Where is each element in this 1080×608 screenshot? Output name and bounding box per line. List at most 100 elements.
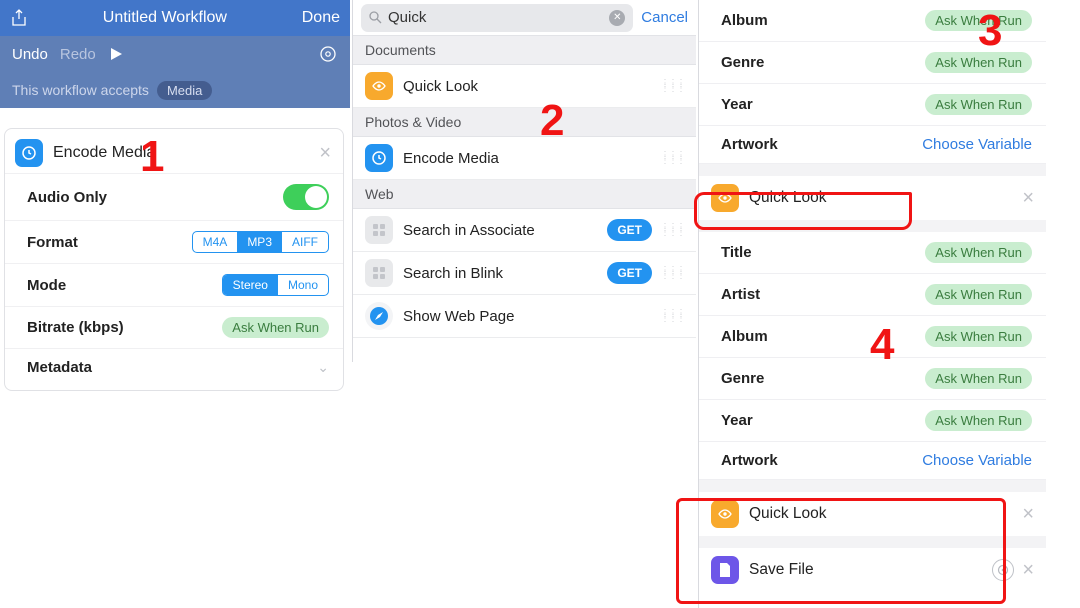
row-year2[interactable]: Year Ask When Run	[699, 400, 1046, 442]
clear-icon[interactable]: ✕	[609, 10, 625, 26]
row-album2[interactable]: Album Ask When Run	[699, 316, 1046, 358]
close-icon[interactable]: ×	[1022, 503, 1034, 526]
format-segmented[interactable]: M4A MP3 AIFF	[192, 231, 329, 253]
seg-mono[interactable]: Mono	[278, 275, 328, 295]
row-mode: Mode Stereo Mono	[5, 263, 343, 306]
artist-value[interactable]: Ask When Run	[925, 284, 1032, 305]
result-search-blink[interactable]: Search in Blink GET ⋮⋮⋮⋮⋮⋮	[353, 252, 696, 295]
genre-label: Genre	[721, 370, 925, 387]
result-label: Encode Media	[403, 150, 660, 167]
genre-label: Genre	[721, 54, 925, 71]
year-label: Year	[721, 96, 925, 113]
grip-icon: ⋮⋮⋮⋮⋮⋮	[660, 81, 684, 91]
title-label: Title	[721, 244, 925, 261]
encode-media-header: Encode Media ×	[5, 129, 343, 173]
row-audio-only: Audio Only	[5, 173, 343, 220]
cancel-button[interactable]: Cancel	[641, 9, 688, 26]
genre-value[interactable]: Ask When Run	[925, 368, 1032, 389]
year-value[interactable]: Ask When Run	[925, 410, 1032, 431]
gear-icon[interactable]	[992, 559, 1014, 581]
seg-stereo[interactable]: Stereo	[223, 275, 278, 295]
album-value[interactable]: Ask When Run	[925, 10, 1032, 31]
row-genre2[interactable]: Genre Ask When Run	[699, 358, 1046, 400]
save-file-title: Save File	[749, 561, 992, 579]
redo-button: Redo	[60, 46, 96, 63]
panel-search: Quick ✕ Cancel Documents Quick Look ⋮⋮⋮⋮…	[352, 0, 696, 362]
choose-variable-button[interactable]: Choose Variable	[922, 136, 1032, 153]
quick-look-title: Quick Look	[749, 189, 1022, 207]
section-documents: Documents	[353, 36, 696, 65]
result-label: Search in Blink	[403, 265, 607, 282]
choose-variable-button[interactable]: Choose Variable	[922, 452, 1032, 469]
artwork-label: Artwork	[721, 452, 922, 469]
gap	[699, 536, 1046, 548]
row-album[interactable]: Album Ask When Run	[699, 0, 1046, 42]
grip-icon: ⋮⋮⋮⋮⋮⋮	[660, 311, 684, 321]
artwork-label: Artwork	[721, 136, 922, 153]
done-button[interactable]: Done	[302, 9, 340, 27]
quick-look-title: Quick Look	[749, 505, 1022, 523]
row-artwork[interactable]: Artwork Choose Variable	[699, 126, 1046, 164]
row-title[interactable]: Title Ask When Run	[699, 232, 1046, 274]
workflow-title: Untitled Workflow	[28, 9, 302, 27]
audio-only-switch[interactable]	[283, 184, 329, 210]
gap	[699, 480, 1046, 492]
quick-look-icon	[365, 72, 393, 100]
close-icon[interactable]: ×	[319, 142, 331, 165]
encode-media-card: Encode Media × Audio Only Format M4A MP3…	[4, 128, 344, 391]
row-artwork2[interactable]: Artwork Choose Variable	[699, 442, 1046, 480]
save-file-action: Save File ×	[699, 548, 1046, 592]
bitrate-label: Bitrate (kbps)	[27, 319, 222, 336]
encode-media-icon	[15, 139, 43, 167]
result-show-web-page[interactable]: Show Web Page ⋮⋮⋮⋮⋮⋮	[353, 295, 696, 338]
safari-icon	[365, 302, 393, 330]
result-encode-media[interactable]: Encode Media ⋮⋮⋮⋮⋮⋮	[353, 137, 696, 180]
panel-workflow: Untitled Workflow Done Undo Redo This wo…	[0, 0, 350, 380]
grip-icon: ⋮⋮⋮⋮⋮⋮	[660, 268, 684, 278]
accepts-tag[interactable]: Media	[157, 81, 212, 100]
grid-icon	[365, 259, 393, 287]
row-year[interactable]: Year Ask When Run	[699, 84, 1046, 126]
chevron-down-icon: ⌄	[317, 359, 329, 376]
search-input[interactable]: Quick ✕	[361, 4, 633, 32]
mode-label: Mode	[27, 277, 222, 294]
album-value[interactable]: Ask When Run	[925, 326, 1032, 347]
title-value[interactable]: Ask When Run	[925, 242, 1032, 263]
quick-look-icon	[711, 500, 739, 528]
section-photos-video: Photos & Video	[353, 108, 696, 137]
grip-icon: ⋮⋮⋮⋮⋮⋮	[660, 153, 684, 163]
bitrate-value[interactable]: Ask When Run	[222, 317, 329, 338]
result-quick-look[interactable]: Quick Look ⋮⋮⋮⋮⋮⋮	[353, 65, 696, 108]
seg-mp3[interactable]: MP3	[237, 232, 282, 252]
grid-icon	[365, 216, 393, 244]
format-label: Format	[27, 234, 192, 251]
row-format: Format M4A MP3 AIFF	[5, 220, 343, 263]
row-artist[interactable]: Artist Ask When Run	[699, 274, 1046, 316]
workflow-toolbar: Undo Redo	[0, 36, 350, 72]
get-button[interactable]: GET	[607, 262, 652, 284]
seg-m4a[interactable]: M4A	[193, 232, 238, 252]
seg-aiff[interactable]: AIFF	[282, 232, 328, 252]
encode-media-icon	[365, 144, 393, 172]
year-value[interactable]: Ask When Run	[925, 94, 1032, 115]
section-web: Web	[353, 180, 696, 209]
undo-button[interactable]: Undo	[12, 46, 48, 63]
close-icon[interactable]: ×	[1022, 187, 1034, 210]
row-genre[interactable]: Genre Ask When Run	[699, 42, 1046, 84]
close-icon[interactable]: ×	[1022, 559, 1034, 582]
audio-only-label: Audio Only	[27, 189, 283, 206]
share-icon[interactable]	[10, 9, 28, 27]
metadata-label: Metadata	[27, 359, 317, 376]
get-button[interactable]: GET	[607, 219, 652, 241]
settings-icon[interactable]	[318, 44, 338, 64]
gap	[699, 164, 1046, 176]
genre-value[interactable]: Ask When Run	[925, 52, 1032, 73]
year-label: Year	[721, 412, 925, 429]
result-label: Show Web Page	[403, 308, 660, 325]
row-metadata[interactable]: Metadata ⌄	[5, 348, 343, 386]
workflow-accepts-row: This workflow accepts Media	[0, 72, 350, 108]
play-icon[interactable]	[108, 46, 306, 62]
mode-segmented[interactable]: Stereo Mono	[222, 274, 329, 296]
album-label: Album	[721, 328, 925, 345]
result-search-associate[interactable]: Search in Associate GET ⋮⋮⋮⋮⋮⋮	[353, 209, 696, 252]
